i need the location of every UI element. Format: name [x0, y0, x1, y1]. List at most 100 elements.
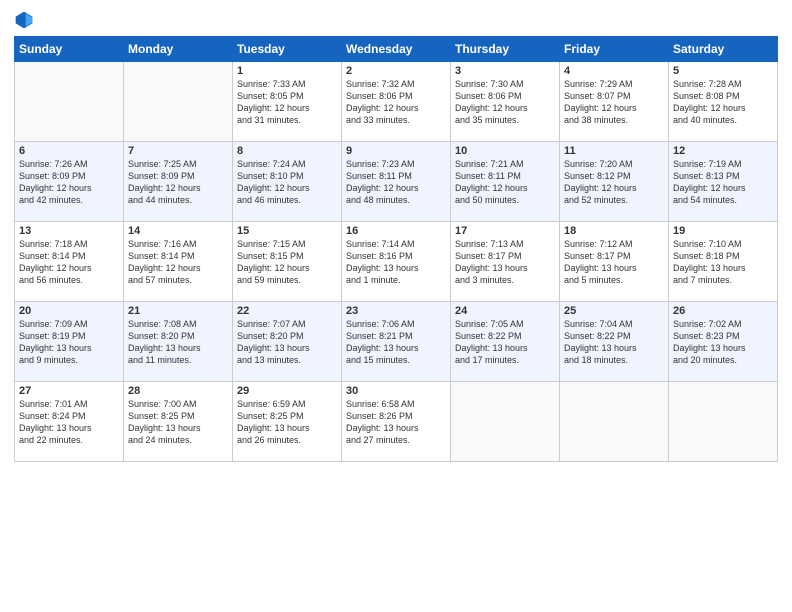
day-number: 25: [564, 305, 664, 317]
header: [14, 10, 778, 30]
calendar-cell: 30Sunrise: 6:58 AM Sunset: 8:26 PM Dayli…: [342, 382, 451, 462]
day-info: Sunrise: 7:33 AM Sunset: 8:05 PM Dayligh…: [237, 78, 337, 127]
calendar-cell: 16Sunrise: 7:14 AM Sunset: 8:16 PM Dayli…: [342, 222, 451, 302]
day-number: 14: [128, 225, 228, 237]
day-info: Sunrise: 7:23 AM Sunset: 8:11 PM Dayligh…: [346, 158, 446, 207]
calendar-cell: 23Sunrise: 7:06 AM Sunset: 8:21 PM Dayli…: [342, 302, 451, 382]
day-number: 6: [19, 145, 119, 157]
day-info: Sunrise: 7:06 AM Sunset: 8:21 PM Dayligh…: [346, 318, 446, 367]
day-info: Sunrise: 7:13 AM Sunset: 8:17 PM Dayligh…: [455, 238, 555, 287]
day-info: Sunrise: 7:29 AM Sunset: 8:07 PM Dayligh…: [564, 78, 664, 127]
calendar-cell: 26Sunrise: 7:02 AM Sunset: 8:23 PM Dayli…: [669, 302, 778, 382]
day-number: 20: [19, 305, 119, 317]
day-number: 8: [237, 145, 337, 157]
col-header-tuesday: Tuesday: [233, 37, 342, 62]
day-number: 29: [237, 385, 337, 397]
calendar-cell: 8Sunrise: 7:24 AM Sunset: 8:10 PM Daylig…: [233, 142, 342, 222]
day-info: Sunrise: 7:20 AM Sunset: 8:12 PM Dayligh…: [564, 158, 664, 207]
calendar-cell: 20Sunrise: 7:09 AM Sunset: 8:19 PM Dayli…: [15, 302, 124, 382]
col-header-friday: Friday: [560, 37, 669, 62]
day-info: Sunrise: 7:24 AM Sunset: 8:10 PM Dayligh…: [237, 158, 337, 207]
week-row-3: 13Sunrise: 7:18 AM Sunset: 8:14 PM Dayli…: [15, 222, 778, 302]
day-number: 10: [455, 145, 555, 157]
day-info: Sunrise: 7:30 AM Sunset: 8:06 PM Dayligh…: [455, 78, 555, 127]
day-number: 9: [346, 145, 446, 157]
calendar-cell: 5Sunrise: 7:28 AM Sunset: 8:08 PM Daylig…: [669, 62, 778, 142]
day-number: 17: [455, 225, 555, 237]
day-info: Sunrise: 7:28 AM Sunset: 8:08 PM Dayligh…: [673, 78, 773, 127]
day-number: 7: [128, 145, 228, 157]
calendar-cell: 21Sunrise: 7:08 AM Sunset: 8:20 PM Dayli…: [124, 302, 233, 382]
day-number: 23: [346, 305, 446, 317]
calendar-cell: 3Sunrise: 7:30 AM Sunset: 8:06 PM Daylig…: [451, 62, 560, 142]
calendar-cell: 7Sunrise: 7:25 AM Sunset: 8:09 PM Daylig…: [124, 142, 233, 222]
day-info: Sunrise: 7:18 AM Sunset: 8:14 PM Dayligh…: [19, 238, 119, 287]
day-number: 5: [673, 65, 773, 77]
calendar-cell: 25Sunrise: 7:04 AM Sunset: 8:22 PM Dayli…: [560, 302, 669, 382]
calendar-cell: [124, 62, 233, 142]
day-info: Sunrise: 7:05 AM Sunset: 8:22 PM Dayligh…: [455, 318, 555, 367]
calendar-cell: 19Sunrise: 7:10 AM Sunset: 8:18 PM Dayli…: [669, 222, 778, 302]
calendar-cell: 4Sunrise: 7:29 AM Sunset: 8:07 PM Daylig…: [560, 62, 669, 142]
day-info: Sunrise: 7:32 AM Sunset: 8:06 PM Dayligh…: [346, 78, 446, 127]
day-info: Sunrise: 7:04 AM Sunset: 8:22 PM Dayligh…: [564, 318, 664, 367]
calendar-cell: 15Sunrise: 7:15 AM Sunset: 8:15 PM Dayli…: [233, 222, 342, 302]
day-info: Sunrise: 7:00 AM Sunset: 8:25 PM Dayligh…: [128, 398, 228, 447]
col-header-monday: Monday: [124, 37, 233, 62]
calendar-cell: [15, 62, 124, 142]
col-header-thursday: Thursday: [451, 37, 560, 62]
col-header-sunday: Sunday: [15, 37, 124, 62]
calendar-cell: [560, 382, 669, 462]
day-info: Sunrise: 7:02 AM Sunset: 8:23 PM Dayligh…: [673, 318, 773, 367]
day-info: Sunrise: 7:19 AM Sunset: 8:13 PM Dayligh…: [673, 158, 773, 207]
day-info: Sunrise: 7:21 AM Sunset: 8:11 PM Dayligh…: [455, 158, 555, 207]
day-info: Sunrise: 7:09 AM Sunset: 8:19 PM Dayligh…: [19, 318, 119, 367]
calendar-cell: 14Sunrise: 7:16 AM Sunset: 8:14 PM Dayli…: [124, 222, 233, 302]
col-header-saturday: Saturday: [669, 37, 778, 62]
calendar-cell: 27Sunrise: 7:01 AM Sunset: 8:24 PM Dayli…: [15, 382, 124, 462]
calendar-cell: 17Sunrise: 7:13 AM Sunset: 8:17 PM Dayli…: [451, 222, 560, 302]
day-info: Sunrise: 7:16 AM Sunset: 8:14 PM Dayligh…: [128, 238, 228, 287]
calendar-cell: 24Sunrise: 7:05 AM Sunset: 8:22 PM Dayli…: [451, 302, 560, 382]
week-row-1: 1Sunrise: 7:33 AM Sunset: 8:05 PM Daylig…: [15, 62, 778, 142]
calendar-table: SundayMondayTuesdayWednesdayThursdayFrid…: [14, 36, 778, 462]
week-row-4: 20Sunrise: 7:09 AM Sunset: 8:19 PM Dayli…: [15, 302, 778, 382]
calendar-cell: 29Sunrise: 6:59 AM Sunset: 8:25 PM Dayli…: [233, 382, 342, 462]
day-number: 19: [673, 225, 773, 237]
day-number: 2: [346, 65, 446, 77]
day-number: 11: [564, 145, 664, 157]
day-info: Sunrise: 7:01 AM Sunset: 8:24 PM Dayligh…: [19, 398, 119, 447]
day-number: 18: [564, 225, 664, 237]
calendar-cell: 18Sunrise: 7:12 AM Sunset: 8:17 PM Dayli…: [560, 222, 669, 302]
calendar-cell: 13Sunrise: 7:18 AM Sunset: 8:14 PM Dayli…: [15, 222, 124, 302]
calendar-cell: 6Sunrise: 7:26 AM Sunset: 8:09 PM Daylig…: [15, 142, 124, 222]
day-number: 21: [128, 305, 228, 317]
calendar-header-row: SundayMondayTuesdayWednesdayThursdayFrid…: [15, 37, 778, 62]
logo: [14, 10, 38, 30]
day-number: 1: [237, 65, 337, 77]
day-number: 12: [673, 145, 773, 157]
day-info: Sunrise: 7:25 AM Sunset: 8:09 PM Dayligh…: [128, 158, 228, 207]
calendar-cell: 10Sunrise: 7:21 AM Sunset: 8:11 PM Dayli…: [451, 142, 560, 222]
day-number: 16: [346, 225, 446, 237]
day-info: Sunrise: 7:12 AM Sunset: 8:17 PM Dayligh…: [564, 238, 664, 287]
calendar-cell: 28Sunrise: 7:00 AM Sunset: 8:25 PM Dayli…: [124, 382, 233, 462]
day-info: Sunrise: 7:07 AM Sunset: 8:20 PM Dayligh…: [237, 318, 337, 367]
day-info: Sunrise: 6:58 AM Sunset: 8:26 PM Dayligh…: [346, 398, 446, 447]
col-header-wednesday: Wednesday: [342, 37, 451, 62]
day-number: 15: [237, 225, 337, 237]
calendar-cell: 2Sunrise: 7:32 AM Sunset: 8:06 PM Daylig…: [342, 62, 451, 142]
calendar-cell: 22Sunrise: 7:07 AM Sunset: 8:20 PM Dayli…: [233, 302, 342, 382]
calendar-cell: 9Sunrise: 7:23 AM Sunset: 8:11 PM Daylig…: [342, 142, 451, 222]
calendar-cell: [451, 382, 560, 462]
day-info: Sunrise: 7:10 AM Sunset: 8:18 PM Dayligh…: [673, 238, 773, 287]
day-number: 30: [346, 385, 446, 397]
logo-icon: [14, 10, 34, 30]
day-info: Sunrise: 7:26 AM Sunset: 8:09 PM Dayligh…: [19, 158, 119, 207]
calendar-cell: 12Sunrise: 7:19 AM Sunset: 8:13 PM Dayli…: [669, 142, 778, 222]
day-number: 22: [237, 305, 337, 317]
day-number: 28: [128, 385, 228, 397]
day-info: Sunrise: 6:59 AM Sunset: 8:25 PM Dayligh…: [237, 398, 337, 447]
calendar-cell: 11Sunrise: 7:20 AM Sunset: 8:12 PM Dayli…: [560, 142, 669, 222]
day-info: Sunrise: 7:08 AM Sunset: 8:20 PM Dayligh…: [128, 318, 228, 367]
